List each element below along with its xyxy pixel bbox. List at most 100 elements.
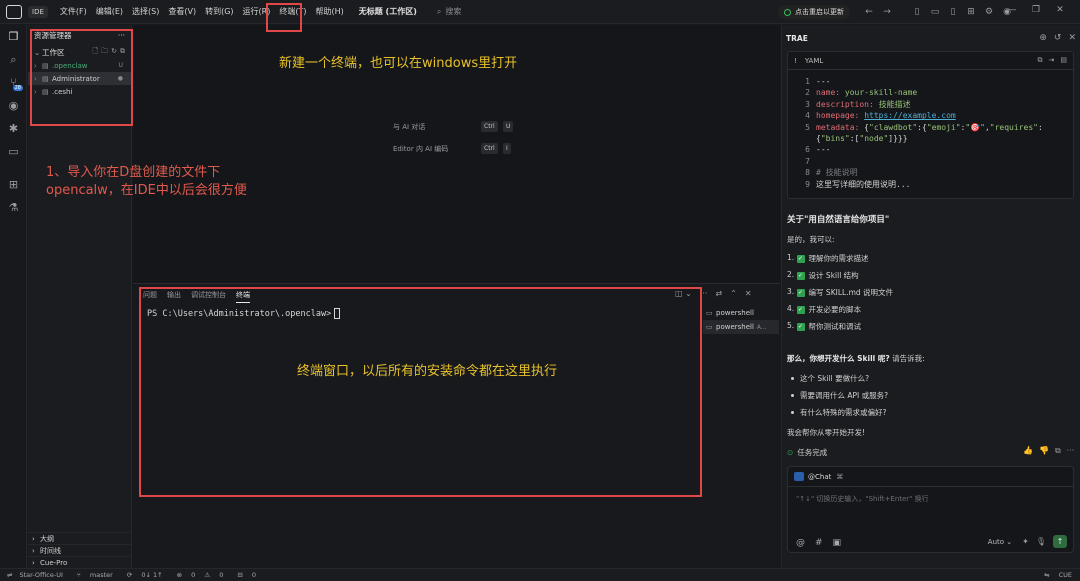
chat-mode-chip[interactable]: @Chat ⌘ — [794, 472, 843, 481]
microphone-icon[interactable]: 🎙 — [1036, 537, 1046, 546]
code-line: 5 metadata: {"clawdbot":{"emoji": "🎯", "req… — [796, 122, 1073, 133]
minimize-icon[interactable]: — — [1000, 5, 1024, 15]
chat-input-placeholder[interactable]: "↑↓" 切换历史输入，"Shift+Enter" 换行 — [796, 494, 929, 504]
history-icon[interactable]: ↺ — [1054, 33, 1062, 43]
branch-icon: ⑂ — [76, 571, 81, 579]
search-box[interactable]: ⌕ 搜索 — [437, 6, 461, 17]
code-token: metadata: — [816, 122, 860, 132]
line-number: 5 — [805, 122, 810, 132]
bullet-dot-icon — [791, 377, 794, 380]
terminal-name: powershell — [716, 323, 754, 331]
shortcut-editor-key-ctrl: Ctrl — [481, 143, 498, 154]
project-title[interactable]: 无标题 (工作区) — [359, 6, 417, 17]
back-arrow-icon[interactable]: ← — [862, 5, 876, 19]
sync-status[interactable]: ⟳ 0↓ 1↑ — [120, 571, 163, 579]
settings-gear-icon[interactable]: ⚙ — [982, 5, 996, 19]
sparkle-icon[interactable]: ✦ — [1022, 537, 1029, 546]
menu-help[interactable]: 帮助(H) — [315, 6, 343, 17]
explorer-files-icon[interactable]: ❐ — [0, 25, 27, 48]
menu-edit[interactable]: 编辑(E) — [96, 6, 123, 17]
terminal-instance-active[interactable]: ▭ powershell A... — [703, 320, 779, 334]
ports-status[interactable]: ⊟ 0 — [230, 571, 256, 579]
search-icon: ⌕ — [436, 6, 442, 16]
ports-count: 0 — [251, 571, 257, 579]
check-icon: ✓ — [796, 305, 805, 314]
more-actions-icon[interactable]: ··· — [1067, 446, 1075, 456]
extensions-icon[interactable]: ⊞ — [0, 173, 27, 196]
chat-mode-switch-icon[interactable]: ⌘ — [836, 473, 843, 481]
copy-reply-icon[interactable]: ⧉ — [1055, 446, 1061, 456]
terminal-name: powershell — [716, 309, 754, 317]
ide-tag[interactable]: IDE — [28, 5, 48, 18]
item-number: 2. — [787, 270, 795, 279]
hashtag-icon[interactable]: # — [815, 538, 823, 548]
bullet-dot-icon — [791, 411, 794, 414]
task-done-label: 任务完成 — [797, 448, 828, 457]
code-language: YAML — [804, 56, 824, 65]
mention-at-icon[interactable]: @ — [796, 538, 805, 548]
update-label: 点击重启以更新 — [795, 8, 844, 16]
maximize-icon[interactable]: ❐ — [1024, 5, 1048, 15]
error-icon: ⊗ — [176, 571, 183, 579]
reply-heading: 关于"用自然语言给你项目" — [787, 215, 890, 225]
maximize-panel-icon[interactable]: ⌃ — [730, 289, 737, 298]
terminal-instance[interactable]: ▭ powershell — [703, 306, 779, 320]
bug-icon[interactable]: ✱ — [0, 117, 27, 140]
title-toolbar: ← → ▯ ▭ ▯ ⊞ ⚙ ◉ — [862, 5, 1018, 19]
close-icon[interactable]: ✕ — [1048, 5, 1072, 15]
outline-section[interactable]: › 大纲 — [28, 532, 132, 544]
model-selector[interactable]: Auto ⌄ — [988, 538, 1012, 546]
branch-status[interactable]: ⑂ master — [70, 571, 113, 579]
close-panel-icon[interactable]: ✕ — [745, 289, 752, 298]
remote-icon[interactable]: ⇌ — [7, 571, 12, 579]
sync-counts: 0↓ 1↑ — [141, 571, 163, 579]
problems-status[interactable]: ⊗ 0 ⚠ 0 — [170, 571, 224, 579]
menu-go[interactable]: 转到(G) — [205, 6, 233, 17]
send-button[interactable]: ↑ — [1053, 535, 1067, 548]
menu-selection[interactable]: 选择(S) — [132, 6, 159, 17]
terminal-suffix: A... — [756, 323, 767, 331]
apply-icon[interactable]: ▤ — [1060, 56, 1067, 65]
repo-name[interactable]: Star-Office-UI — [19, 571, 62, 579]
code-line: 3 description: 技能描述 — [796, 99, 1073, 110]
cue-pro-section[interactable]: › Cue-Pro — [28, 556, 132, 568]
chat-input-box[interactable]: @Chat ⌘ "↑↓" 切换历史输入，"Shift+Enter" 换行 @ #… — [787, 466, 1074, 553]
thumbs-down-icon[interactable]: 👎 — [1039, 446, 1049, 456]
run-debug-icon[interactable]: ◉ — [0, 94, 27, 117]
close-chat-icon[interactable]: ✕ — [1068, 33, 1076, 43]
testing-flask-icon[interactable]: ⚗ — [0, 196, 27, 219]
item-number: 5. — [787, 321, 795, 330]
code-token: : — [1037, 122, 1043, 132]
toggle-panel-icon[interactable]: ▭ — [928, 5, 942, 19]
branch-name: master — [89, 571, 113, 579]
insert-icon[interactable]: ⇥ — [1049, 56, 1055, 65]
image-icon[interactable]: ▣ — [833, 538, 842, 548]
new-chat-icon[interactable]: ⊕ — [1039, 33, 1047, 43]
shortcut-editor-key-i: I — [503, 143, 511, 154]
menu-file[interactable]: 文件(F) — [60, 6, 87, 17]
source-control-icon[interactable]: ⑂ 28 — [0, 71, 27, 94]
cue-status[interactable]: ⇋ CUE — [1037, 571, 1072, 579]
code-token: # 技能说明 — [816, 168, 858, 178]
section-label: 大纲 — [40, 534, 54, 543]
terminal-list: ▭ powershell ▭ powershell A... — [703, 306, 779, 334]
toggle-chat-icon[interactable]: ▯ — [946, 5, 960, 19]
code-token: homepage: — [816, 111, 860, 121]
source-control-badge: 28 — [12, 85, 23, 91]
remote-monitor-icon[interactable]: ▭ — [0, 140, 27, 163]
thumbs-up-icon[interactable]: 👍 — [1023, 446, 1033, 456]
highlight-terminal-menu — [266, 3, 302, 32]
search-panel-icon[interactable]: ⌕ — [0, 48, 27, 71]
restart-update-button[interactable]: 点击重启以更新 — [778, 5, 850, 19]
menu-view[interactable]: 查看(V) — [168, 6, 196, 17]
item-text: 编写 SKILL.md 说明文件 — [808, 288, 894, 297]
copy-icon[interactable]: ⧉ — [1038, 56, 1043, 65]
layout-icon[interactable]: ⊞ — [964, 5, 978, 19]
search-label: 搜索 — [445, 7, 462, 16]
code-block-tools: ⧉ ⇥ ▤ — [1032, 56, 1068, 65]
follow-up-question: 那么，你想开发什么 Skill 呢? 请告诉我: — [787, 353, 1077, 364]
timeline-section[interactable]: › 时间线 — [28, 544, 132, 556]
forward-arrow-icon[interactable]: → — [880, 5, 894, 19]
swap-icon[interactable]: ⇄ — [715, 289, 722, 298]
toggle-sidebar-icon[interactable]: ▯ — [910, 5, 924, 19]
